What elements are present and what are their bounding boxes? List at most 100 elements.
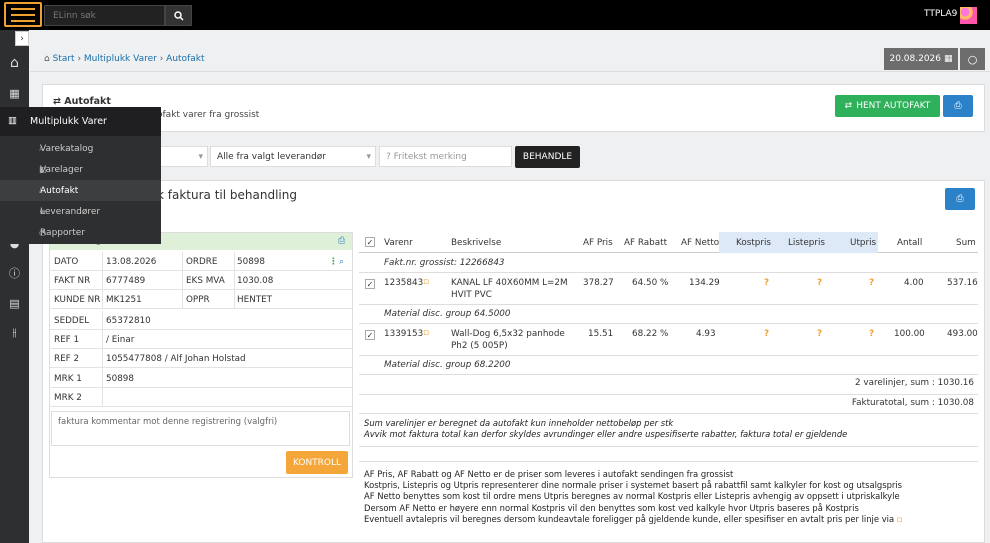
note-icon[interactable]: ▫ <box>423 328 429 338</box>
print-button[interactable]: ⎙ <box>945 188 975 210</box>
summary-row: 2 varelinjer, sum : 1030.16 <box>359 378 978 392</box>
print-icon: ⎙ <box>956 194 964 204</box>
cell-utpris[interactable]: ? <box>869 329 874 339</box>
col-af-rabatt[interactable]: AF Rabatt <box>624 238 667 248</box>
search-icon[interactable]: ⌕ <box>339 257 344 267</box>
table-row[interactable]: ✓ 1235843 ▫ KANAL LF 40X60MM L=2M HVIT P… <box>359 273 978 304</box>
date-picker[interactable]: 20.08.2026 ▦ <box>884 48 958 70</box>
col-beskrivelse[interactable]: Beskrivelse <box>451 238 501 248</box>
page-title-text: Autofakt <box>64 96 111 107</box>
date-value: 20.08.2026 <box>889 54 941 64</box>
hent-autofakt-button[interactable]: ⇄ HENT AUTOFAKT <box>835 95 940 117</box>
submenu-item-rapporter[interactable]: ◔ Rapporter <box>0 222 161 243</box>
barcode-icon: ▥ <box>8 115 17 126</box>
row-checkbox[interactable]: ✓ <box>365 330 375 340</box>
col-listepris[interactable]: Listepris <box>788 238 825 248</box>
submenu-item-leverandorer[interactable]: ≡ Leverandører <box>0 201 161 222</box>
cell-varenr: 1339153 <box>384 329 424 339</box>
marking-input[interactable]: ? Fritekst merking <box>379 146 512 167</box>
home-icon[interactable]: ⌂ <box>5 54 24 72</box>
submenu-header[interactable]: ▥ Multiplukk Varer <box>0 107 161 136</box>
cell-kostpris[interactable]: ? <box>764 329 769 339</box>
col-kostpris[interactable]: Kostpris <box>736 238 771 248</box>
cell-antall: 100.00 <box>894 329 925 339</box>
cell-desc: KANAL LF 40X60MM L=2M <box>451 278 568 288</box>
note-line: Sum varelinjer er beregnet da autofakt k… <box>364 418 674 428</box>
print-button[interactable]: ⎙ <box>943 95 973 117</box>
info-value: MK1251 <box>106 295 142 305</box>
breadcrumb-autofakt[interactable]: Autofakt <box>166 54 204 64</box>
cell-varenr: 1235843 <box>384 278 424 288</box>
info-label: SEDDEL <box>54 316 90 326</box>
search-input[interactable] <box>44 5 165 26</box>
cell-desc2: Ph2 (5 005P) <box>451 341 508 351</box>
info-value: 50898 <box>106 374 134 384</box>
info-row: FAKT NR 6777489 EKS MVA 1030.08 <box>50 271 352 291</box>
cell-listepris[interactable]: ? <box>817 329 822 339</box>
hamburger-menu-icon[interactable] <box>4 2 42 27</box>
price-info: AF Pris, AF Rabatt og AF Netto er de pri… <box>364 469 902 525</box>
row-checkbox[interactable]: ✓ <box>365 279 375 289</box>
col-antall[interactable]: Antall <box>897 238 922 248</box>
submenu-title: Multiplukk Varer <box>30 116 107 127</box>
breadcrumb-start[interactable]: Start <box>53 54 75 64</box>
supplier-select[interactable]: Alle fra valgt leverandør ▾ <box>210 146 376 167</box>
cell-af-rabatt: 64.50 % <box>632 278 669 288</box>
info-value: 13.08.2026 <box>106 257 157 267</box>
select-all-checkbox[interactable]: ✓ <box>365 237 375 247</box>
cell-utpris[interactable]: ? <box>869 278 874 288</box>
filter-select[interactable]: ▾ <box>160 146 208 167</box>
invoice-total: Fakturatotal, sum : 1030.08 <box>851 398 974 408</box>
group-text: Material disc. group 68.2200 <box>384 360 511 370</box>
print-icon[interactable]: ⎙ <box>338 236 345 246</box>
download-icon: ⤓ <box>39 185 43 195</box>
info-value: HENTET <box>237 295 273 305</box>
info-line: Eventuell avtalepris vil beregnes dersom… <box>364 513 895 524</box>
supplier-select-value: Alle fra valgt leverandør <box>217 151 326 162</box>
col-sum[interactable]: Sum <box>956 238 976 248</box>
list-icon: ≡ <box>39 207 46 216</box>
cell-kostpris[interactable]: ? <box>764 278 769 288</box>
cell-listepris[interactable]: ? <box>817 278 822 288</box>
submenu-item-varekatalog[interactable]: ⌕ Varekatalog <box>0 138 161 159</box>
col-af-netto[interactable]: AF Netto <box>681 238 719 248</box>
total-row: Fakturatotal, sum : 1030.08 <box>359 398 978 412</box>
info-value: 6777489 <box>106 276 146 286</box>
collapse-toggle-icon[interactable]: › <box>15 31 29 46</box>
submenu-item-varelager[interactable]: ◧ Varelager <box>0 159 161 180</box>
avatar[interactable] <box>960 7 977 24</box>
info-label: OPPR <box>186 295 210 305</box>
col-af-pris[interactable]: AF Pris <box>583 238 613 248</box>
note-icon[interactable]: ▫ <box>423 277 429 287</box>
more-vert-icon[interactable]: ⋮ <box>329 257 338 267</box>
col-utpris[interactable]: Utpris <box>850 238 876 248</box>
cell-af-rabatt: 68.22 % <box>632 329 669 339</box>
info-line: Dersom AF Netto er høyere enn normal Kos… <box>364 502 859 513</box>
table-row[interactable]: ✓ 1339153 ▫ Wall-Dog 6,5x32 panhode Ph2 … <box>359 324 978 355</box>
info-label: REF 1 <box>54 335 80 345</box>
comment-textarea[interactable]: faktura kommentar mot denne registrering… <box>51 411 350 446</box>
rounding-note: Sum varelinjer er beregnet da autofakt k… <box>364 418 847 440</box>
sliders-icon[interactable]: ⫲ <box>5 324 24 342</box>
submenu-item-autofakt[interactable]: ⤓ Autofakt <box>0 180 161 201</box>
col-varenr[interactable]: Varenr <box>384 238 413 248</box>
grid-header: ✓ Varenr Beskrivelse AF Pris AF Rabatt A… <box>359 232 978 253</box>
search-button[interactable] <box>165 5 192 26</box>
behandle-button[interactable]: BEHANDLE <box>515 146 580 168</box>
info-line: Kostpris, Listepris og Utpris represente… <box>364 480 903 491</box>
cell-desc: Wall-Dog 6,5x32 panhode <box>451 329 565 339</box>
user-name[interactable]: TTPLA9 <box>924 9 957 19</box>
note-icon[interactable]: ▫ <box>897 514 903 524</box>
marking-placeholder: Fritekst merking <box>393 151 467 162</box>
refresh-button[interactable]: ○ <box>960 48 985 70</box>
info-label: KUNDE NR <box>54 295 101 305</box>
info-icon[interactable]: ⓘ <box>5 264 24 282</box>
info-row: REF 1 / Einar <box>50 330 352 350</box>
document-icon[interactable]: ▤ <box>5 294 24 312</box>
info-label: EKS MVA <box>186 276 225 286</box>
dashboard-icon[interactable]: ▦ <box>5 84 24 102</box>
question-icon: ? <box>386 151 394 162</box>
kontroll-button[interactable]: KONTROLL <box>286 451 348 474</box>
cell-sum: 493.00 <box>947 329 978 339</box>
breadcrumb-multiplukk[interactable]: Multiplukk Varer <box>84 54 157 64</box>
